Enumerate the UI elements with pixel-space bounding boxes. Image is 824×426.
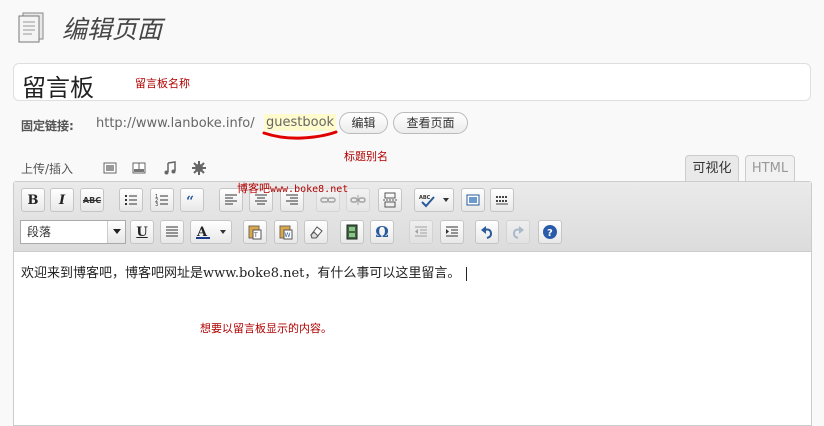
page-icon bbox=[16, 11, 48, 43]
underline-button[interactable]: U bbox=[130, 220, 154, 244]
image-icon[interactable] bbox=[102, 160, 118, 176]
permalink-base-url: http://www.lanboke.info/ bbox=[96, 116, 255, 131]
spellcheck-button[interactable]: ABC bbox=[414, 188, 454, 212]
insert-more-button[interactable] bbox=[378, 188, 402, 212]
bold-button[interactable]: B bbox=[21, 188, 45, 212]
special-character-button[interactable]: Ω bbox=[370, 220, 394, 244]
audio-icon[interactable] bbox=[162, 160, 178, 176]
unlink-button[interactable] bbox=[346, 188, 370, 212]
format-select-value: 段落 bbox=[27, 225, 52, 239]
permalink-label: 固定链接: bbox=[21, 119, 74, 133]
post-title-value: 留言板 bbox=[22, 74, 94, 102]
watermark-text: 博客吧www.boke8.net bbox=[237, 182, 349, 195]
format-select[interactable]: 段落 bbox=[20, 220, 126, 244]
svg-text:“: “ bbox=[186, 194, 194, 208]
indent-button[interactable] bbox=[440, 220, 464, 244]
slug-annotation: 标题别名 bbox=[344, 150, 388, 163]
numbered-list-button[interactable]: 123 bbox=[150, 188, 174, 212]
paste-word-button[interactable]: W bbox=[274, 220, 298, 244]
fullscreen-button[interactable] bbox=[461, 188, 485, 212]
editor-content[interactable]: 欢迎来到博客吧，博客吧网址是www.boke8.net，有什么事可以这里留言。 bbox=[21, 262, 468, 281]
bullet-list-button[interactable] bbox=[119, 188, 143, 212]
svg-text:3: 3 bbox=[155, 202, 158, 208]
undo-button[interactable] bbox=[475, 220, 499, 244]
view-page-button[interactable]: 查看页面 bbox=[393, 112, 468, 134]
tab-html[interactable]: HTML bbox=[745, 155, 795, 182]
text-caret bbox=[466, 266, 468, 281]
svg-text:ABC: ABC bbox=[419, 195, 431, 201]
page-title: 编辑页面 bbox=[62, 15, 163, 44]
edit-slug-button[interactable]: 编辑 bbox=[339, 112, 388, 134]
tab-visual[interactable]: 可视化 bbox=[685, 155, 739, 182]
help-button[interactable]: ? bbox=[538, 220, 562, 244]
chevron-down-icon bbox=[107, 221, 125, 243]
outdent-button[interactable] bbox=[409, 220, 433, 244]
svg-text:T: T bbox=[253, 232, 258, 239]
remove-format-button[interactable] bbox=[304, 220, 328, 244]
insert-media-button[interactable] bbox=[340, 220, 364, 244]
title-annotation: 留言板名称 bbox=[135, 77, 190, 90]
post-title-input[interactable] bbox=[13, 63, 811, 101]
text-color-button[interactable]: A bbox=[190, 220, 232, 244]
svg-text:?: ? bbox=[547, 228, 553, 239]
kitchen-sink-button[interactable] bbox=[490, 188, 514, 212]
paste-text-button[interactable]: T bbox=[243, 220, 267, 244]
red-underline-mark bbox=[262, 130, 338, 140]
redo-button[interactable] bbox=[506, 220, 530, 244]
svg-text:W: W bbox=[285, 232, 291, 239]
media-icon[interactable] bbox=[191, 160, 207, 176]
upload-insert-label: 上传/插入 bbox=[21, 162, 74, 176]
italic-button[interactable]: I bbox=[50, 188, 74, 212]
blockquote-button[interactable]: “ bbox=[180, 188, 204, 212]
strikethrough-button[interactable]: ABC bbox=[80, 188, 104, 212]
justify-button[interactable] bbox=[160, 220, 184, 244]
content-annotation: 想要以留言板显示的内容。 bbox=[200, 322, 332, 335]
video-icon[interactable] bbox=[131, 160, 147, 176]
